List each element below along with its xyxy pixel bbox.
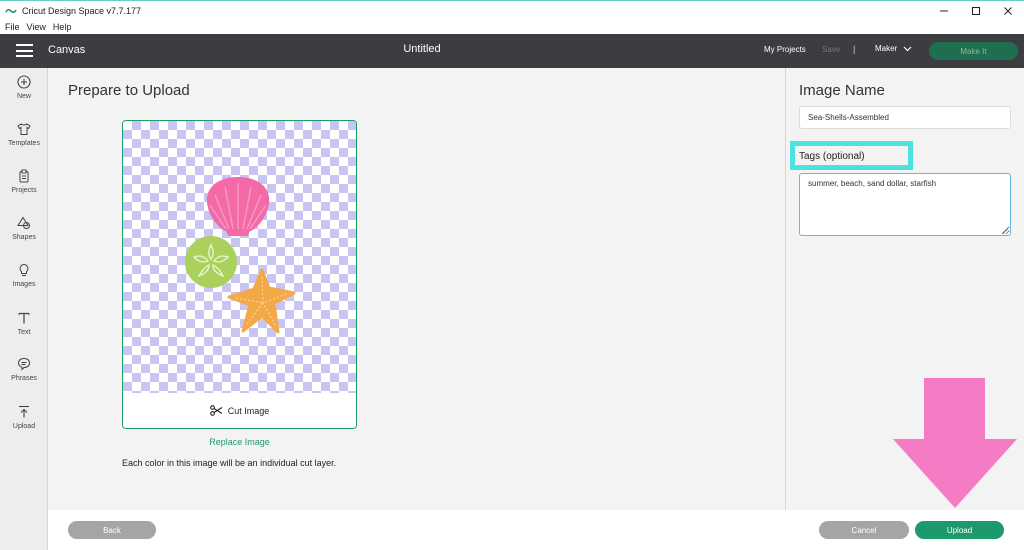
pink-arrow-down-icon — [893, 378, 1017, 508]
speech-bubble-icon — [17, 357, 31, 371]
sidebar-item-upload[interactable]: Upload — [0, 405, 48, 443]
uploaded-artwork — [185, 177, 296, 334]
upload-preview-card: Cut Image — [122, 120, 357, 429]
shirt-icon — [17, 123, 31, 135]
menu-view[interactable]: View — [27, 22, 46, 32]
cancel-button[interactable]: Cancel — [819, 521, 909, 539]
chevron-down-icon — [903, 46, 912, 51]
sidebar-item-text[interactable]: Text — [0, 311, 48, 349]
replace-image-link[interactable]: Replace Image — [122, 437, 357, 447]
sidebar-item-shapes[interactable]: Shapes — [0, 216, 48, 254]
cut-image-option[interactable]: Cut Image — [123, 393, 356, 428]
hamburger-menu-icon[interactable] — [16, 44, 33, 57]
plus-circle-icon — [17, 75, 31, 89]
sidebar-item-label: Projects — [11, 187, 37, 194]
scissors-icon — [209, 405, 223, 416]
save-link[interactable]: Save — [822, 45, 840, 54]
image-name-heading: Image Name — [799, 82, 885, 99]
cricut-logo-icon — [5, 7, 17, 15]
sidebar-item-projects[interactable]: Projects — [0, 169, 48, 207]
upload-icon — [19, 405, 29, 418]
menu-bar: File View Help — [0, 20, 1024, 34]
minimize-icon — [940, 10, 948, 12]
app-header: Canvas Untitled My Projects Save | Maker… — [0, 34, 1024, 68]
sand-dollar-graphic — [185, 236, 237, 288]
close-window-button[interactable] — [992, 1, 1024, 21]
text-t-icon — [18, 312, 30, 324]
sidebar-item-images[interactable]: Images — [0, 263, 48, 301]
resize-grip-icon[interactable] — [1002, 228, 1009, 235]
image-name-input[interactable] — [799, 106, 1011, 129]
sidebar-item-new[interactable]: New — [0, 75, 48, 113]
tags-label: Tags (optional) — [799, 151, 865, 162]
sidebar-item-label: New — [16, 93, 31, 100]
my-projects-link[interactable]: My Projects — [764, 45, 806, 54]
page-title: Prepare to Upload — [68, 82, 190, 99]
sidebar-item-label: Shapes — [12, 234, 36, 241]
sidebar-item-phrases[interactable]: Phrases — [0, 357, 48, 395]
header-divider: | — [853, 44, 856, 54]
close-icon — [1004, 7, 1012, 15]
machine-select-label: Maker — [875, 44, 898, 53]
sidebar-item-templates[interactable]: Templates — [0, 122, 48, 160]
make-it-button[interactable]: Make It — [929, 42, 1018, 60]
cut-layer-info-text: Each color in this image will be an indi… — [122, 458, 337, 468]
maximize-button[interactable] — [960, 1, 992, 21]
shapes-icon — [17, 216, 30, 229]
image-preview — [123, 121, 356, 393]
document-title: Untitled — [403, 43, 441, 55]
sidebar-item-label: Phrases — [11, 375, 37, 382]
sidebar-item-label: Images — [12, 281, 36, 288]
cut-image-label: Cut Image — [227, 405, 270, 416]
window-titlebar: Cricut Design Space v7.7.177 — [0, 0, 1024, 20]
sidebar-item-label: Templates — [8, 140, 40, 147]
scallop-shell-graphic — [206, 177, 270, 236]
tags-textarea[interactable]: summer, beach, sand dollar, starfish — [799, 173, 1011, 236]
lightbulb-icon — [19, 263, 29, 276]
section-title: Canvas — [48, 44, 86, 56]
menu-file[interactable]: File — [5, 22, 20, 32]
minimize-button[interactable] — [928, 1, 960, 21]
sidebar-item-label: Text — [17, 329, 31, 336]
back-button[interactable]: Back — [68, 521, 156, 539]
left-sidebar: New Templates Projects Shapes Images Tex… — [0, 68, 48, 550]
menu-help[interactable]: Help — [53, 22, 72, 32]
maximize-icon — [972, 7, 980, 15]
window-title: Cricut Design Space v7.7.177 — [22, 5, 142, 16]
clipboard-icon — [19, 169, 29, 183]
machine-select[interactable]: Maker — [875, 44, 912, 53]
starfish-graphic — [227, 268, 296, 334]
sidebar-item-label: Upload — [12, 423, 36, 430]
upload-button[interactable]: Upload — [915, 521, 1004, 539]
